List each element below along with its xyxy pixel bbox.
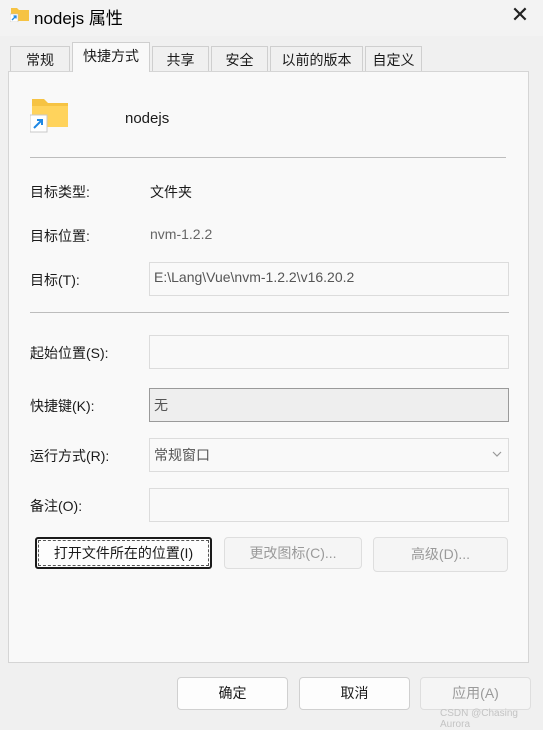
change-icon-button[interactable]: 更改图标(C)... (224, 537, 362, 569)
folder-shortcut-icon (30, 99, 68, 133)
tab-general[interactable]: 常规 (10, 46, 70, 71)
title-bar: nodejs 属性 ✕ (0, 0, 543, 36)
tab-previous-versions[interactable]: 以前的版本 (270, 46, 363, 71)
open-file-location-button[interactable]: 打开文件所在的位置(I) (35, 537, 212, 569)
target-field[interactable]: E:\Lang\Vue\nvm-1.2.2\v16.20.2 (149, 262, 509, 296)
shortcut-name: nodejs (125, 110, 170, 127)
run-select-value: 常规窗口 (154, 447, 210, 463)
start-in-label: 起始位置(S): (30, 345, 109, 361)
hotkey-label: 快捷键(K): (30, 398, 95, 414)
tab-shortcut[interactable]: 快捷方式 (72, 42, 150, 72)
tab-security[interactable]: 安全 (211, 46, 268, 71)
target-location-value: nvm-1.2.2 (150, 226, 213, 242)
ok-button[interactable]: 确定 (177, 677, 288, 710)
divider (30, 157, 506, 158)
cancel-button[interactable]: 取消 (299, 677, 410, 710)
tab-customize[interactable]: 自定义 (365, 46, 422, 71)
close-button[interactable]: ✕ (505, 2, 535, 28)
advanced-button[interactable]: 高级(D)... (373, 537, 508, 572)
apply-button[interactable]: 应用(A) (420, 677, 531, 710)
hotkey-field[interactable]: 无 (149, 388, 509, 422)
watermark: CSDN @Chasing Aurora (440, 708, 518, 730)
target-location-label: 目标位置: (30, 228, 90, 244)
target-type-label: 目标类型: (30, 184, 90, 200)
window-title: nodejs 属性 (34, 9, 123, 28)
tab-sharing[interactable]: 共享 (152, 46, 209, 71)
run-label: 运行方式(R): (30, 448, 110, 464)
run-select[interactable]: 常规窗口 (149, 438, 509, 472)
comment-field[interactable] (149, 488, 509, 522)
comment-label: 备注(O): (30, 498, 83, 514)
start-in-field[interactable] (149, 335, 509, 369)
chevron-down-icon (492, 451, 502, 457)
folder-shortcut-icon (10, 8, 29, 22)
target-type-value: 文件夹 (150, 184, 192, 200)
divider (30, 312, 509, 313)
target-label: 目标(T): (30, 272, 80, 288)
